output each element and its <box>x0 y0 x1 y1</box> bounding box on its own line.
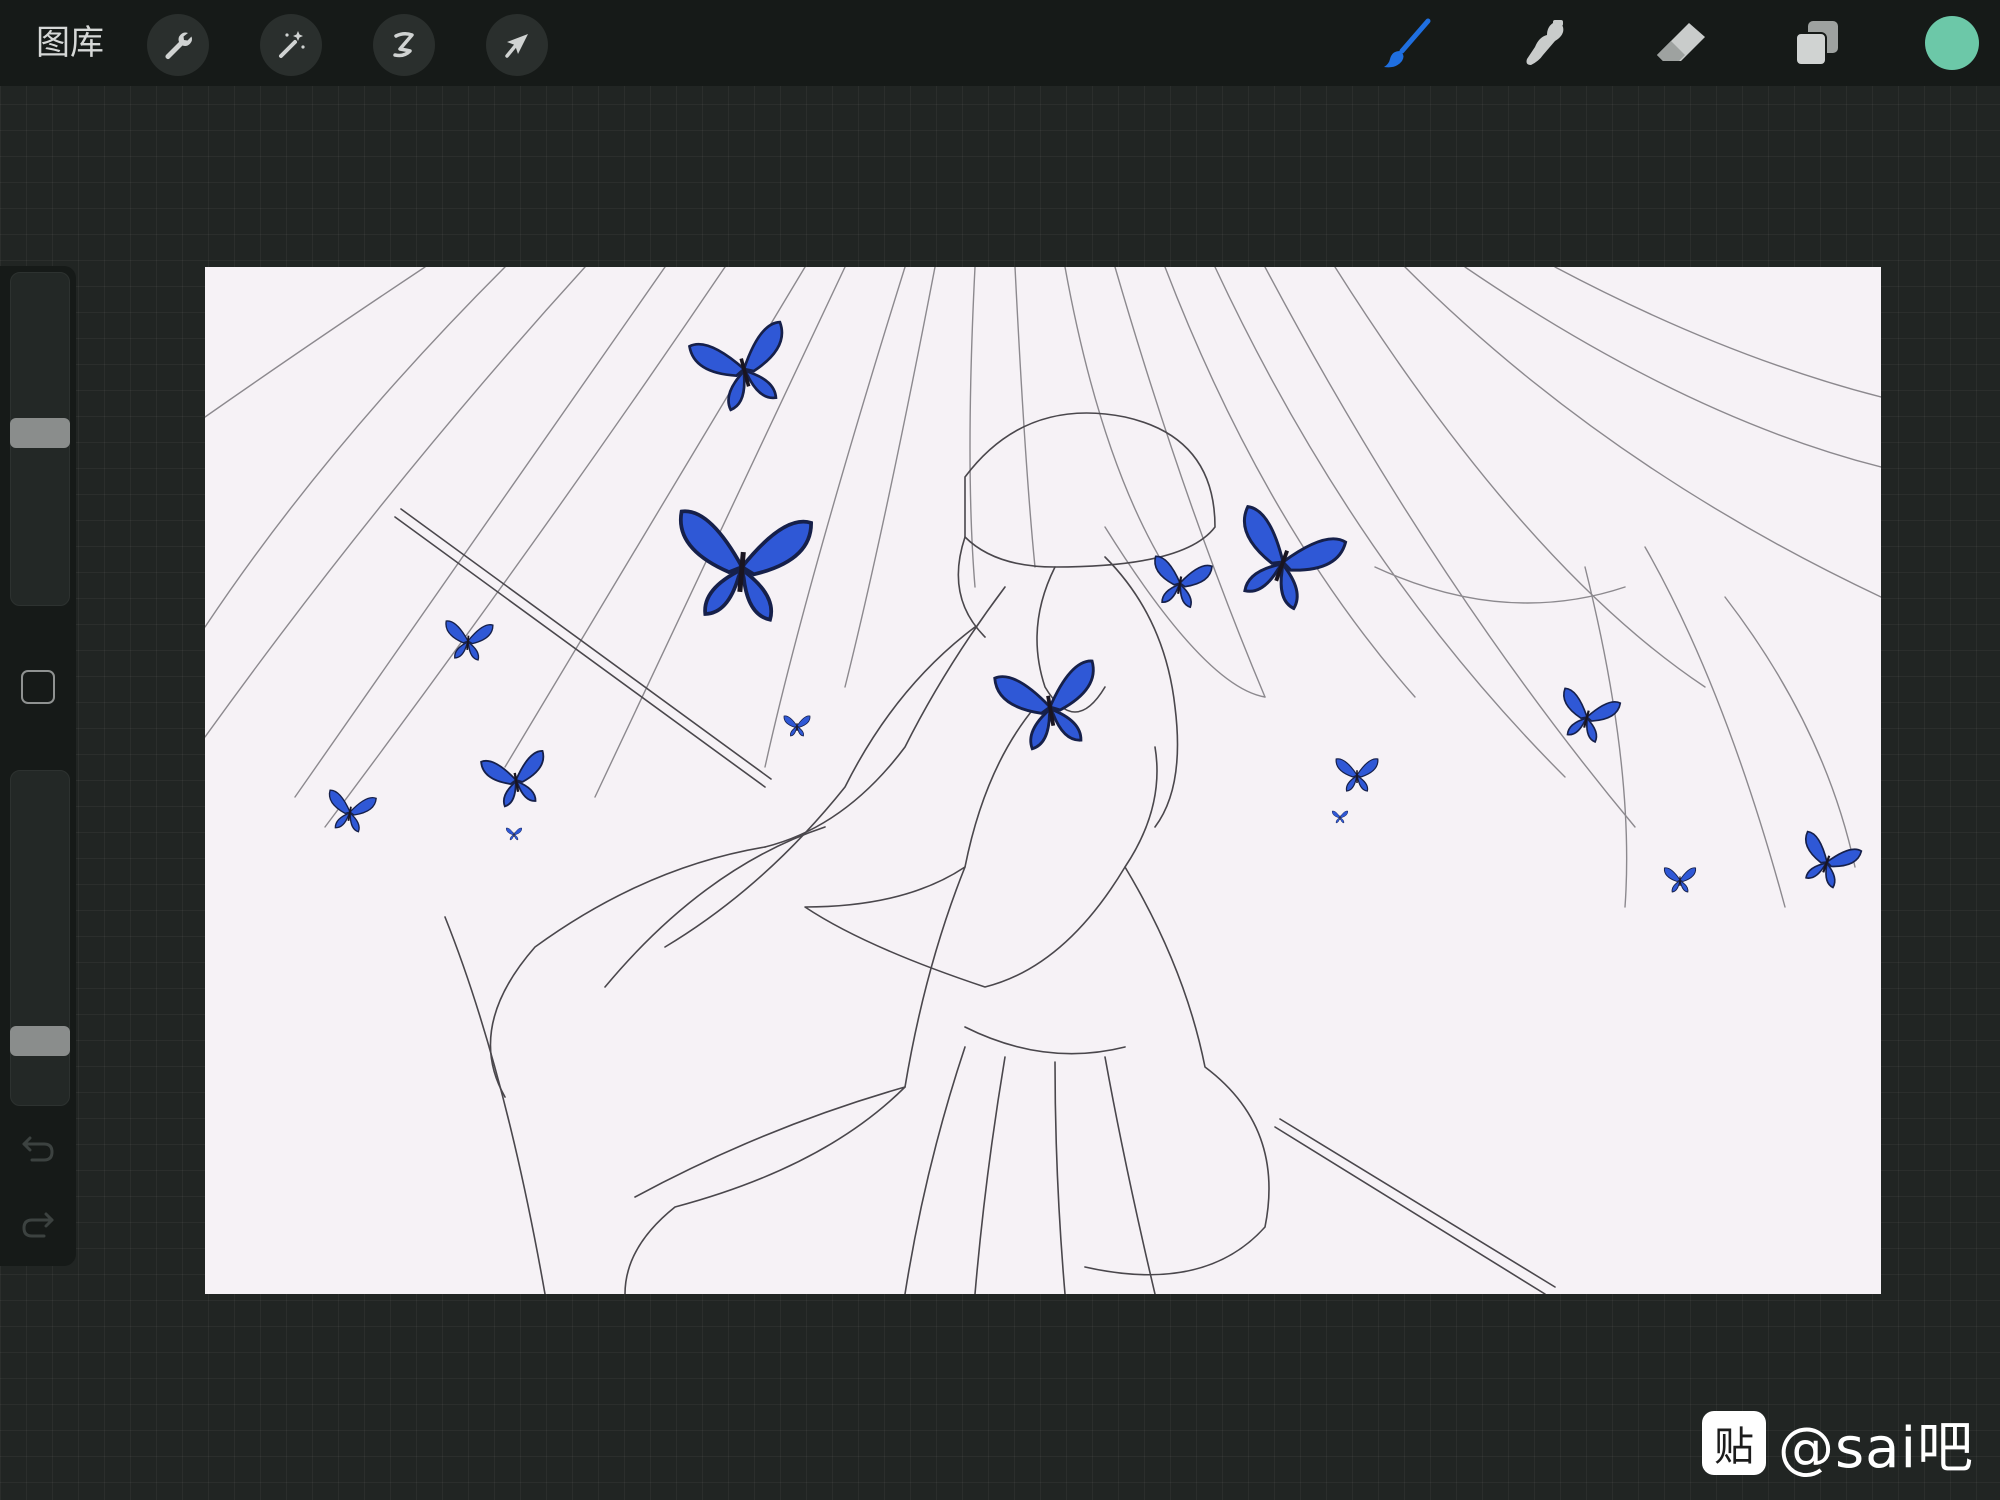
butterfly-icon <box>1154 555 1213 609</box>
curtain-line <box>844 267 936 688</box>
curtain-line <box>1334 267 1706 688</box>
curtain-line <box>1464 267 1881 468</box>
gallery-button[interactable]: 图库 <box>36 20 104 66</box>
modify-button[interactable] <box>21 670 55 704</box>
selection-button[interactable] <box>373 14 435 76</box>
hood <box>964 412 1216 568</box>
undo-button[interactable] <box>18 1130 58 1170</box>
magic-wand-icon <box>279 31 305 58</box>
butterfly-icon <box>687 320 784 412</box>
undo-icon <box>22 1136 54 1162</box>
skirt <box>1104 1056 1156 1294</box>
watermark: 贴 @sai吧 <box>1702 1410 1974 1481</box>
transform-arrow-icon <box>505 34 528 58</box>
actions-button[interactable] <box>147 14 209 76</box>
color-picker-button[interactable] <box>1925 16 1979 70</box>
skirt <box>904 1046 966 1294</box>
hair-flow <box>489 846 766 1098</box>
skirt <box>1054 1061 1066 1294</box>
curtain-line <box>205 267 506 628</box>
cloak-edge <box>444 916 546 1294</box>
butterfly-icon <box>445 620 494 661</box>
curtain-line <box>1644 546 1786 908</box>
curtain-line <box>1554 267 1881 398</box>
adjustments-button[interactable] <box>260 14 322 76</box>
eraser-icon <box>1657 23 1705 61</box>
staff-line <box>1279 1118 1556 1288</box>
artwork <box>205 267 1881 1294</box>
curtain-line <box>1114 267 1266 698</box>
smudge-button[interactable] <box>1512 14 1576 74</box>
opacity-slider-thumb[interactable] <box>10 1026 70 1056</box>
curtain-line <box>969 267 976 588</box>
curtain-line <box>1724 596 1856 868</box>
smudge-icon <box>1526 20 1564 65</box>
hair <box>664 626 976 948</box>
butterfly-icon <box>328 789 377 833</box>
redo-button[interactable] <box>18 1206 58 1246</box>
hair-flow <box>604 826 826 988</box>
opacity-slider[interactable] <box>10 770 70 1106</box>
brush-size-slider-thumb[interactable] <box>10 418 70 448</box>
curtain-line <box>1104 526 1266 698</box>
butterfly-icon <box>1804 830 1863 889</box>
curtain-line <box>324 267 726 828</box>
hood <box>957 536 986 638</box>
butterfly-icon <box>1242 505 1348 611</box>
curtain-line <box>1374 566 1626 604</box>
brush-button[interactable] <box>1375 14 1439 74</box>
wrench-icon <box>165 32 192 59</box>
curtain-line <box>205 267 426 418</box>
tieba-logo-icon: 贴 <box>1702 1411 1766 1475</box>
transform-button[interactable] <box>486 14 548 76</box>
brush-size-slider[interactable] <box>10 272 70 606</box>
collar <box>804 706 1158 988</box>
layers-button[interactable] <box>1785 14 1849 74</box>
butterfly-icon <box>678 509 813 622</box>
layers-icon <box>1795 21 1838 66</box>
drawing-canvas[interactable] <box>205 267 1881 1294</box>
curtain-line <box>1404 267 1881 598</box>
curtain-line <box>294 267 666 798</box>
cloak <box>634 1086 906 1198</box>
redo-icon <box>22 1212 54 1238</box>
butterfly-icon <box>783 715 811 737</box>
curtain-line <box>1014 267 1036 568</box>
watermark-text: @sai吧 <box>1778 1415 1975 1481</box>
eraser-button[interactable] <box>1648 14 1712 74</box>
butterfly-icon <box>1331 810 1349 824</box>
cloak <box>624 866 966 1294</box>
butterfly-icon <box>1663 867 1697 893</box>
top-toolbar: 图库 <box>0 0 2000 86</box>
selection-icon <box>393 31 414 58</box>
sleeve <box>1084 866 1270 1276</box>
staff-line <box>1274 1126 1546 1294</box>
left-sidebar <box>0 266 76 1266</box>
hair <box>764 586 1006 848</box>
skirt <box>974 1056 1006 1294</box>
curtain-line <box>205 267 586 738</box>
brush-icon <box>1384 18 1431 68</box>
butterfly-icon <box>505 827 523 841</box>
waist <box>964 1026 1126 1055</box>
butterfly-icon <box>480 750 545 808</box>
butterfly-icon <box>1335 758 1379 792</box>
